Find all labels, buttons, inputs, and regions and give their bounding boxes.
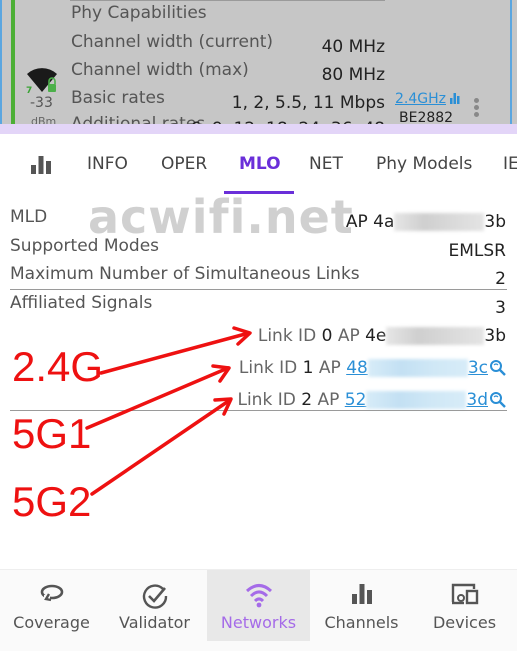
nav-validator[interactable]: Validator [103,570,206,641]
mld-value: AP 4a 3b [346,212,506,232]
redacted-mac [394,213,485,231]
tab-net[interactable]: NET [309,154,343,174]
cap-value: 80 MHz [321,65,385,85]
link-mac-suffix[interactable]: 3c [468,358,488,378]
tab-oper[interactable]: OPER [161,154,207,174]
link-mac-prefix[interactable]: 52 [345,390,367,410]
max-links-value: 2 [495,269,506,289]
coverage-icon [0,582,103,610]
card-border-right [510,0,512,126]
more-options-icon[interactable] [474,98,480,119]
link-row: Link ID 1 AP 48 3c [239,358,507,378]
divider [10,289,507,290]
redacted-mac [366,391,467,409]
link-id: 1 [302,358,314,378]
link-id: 2 [301,390,313,410]
wifi-signal-icon: 7 [26,68,57,94]
nav-channels[interactable]: Channels [310,570,413,641]
cap-value: 40 MHz [321,37,385,57]
link-mac-suffix[interactable]: 3d [466,390,488,410]
annotation-5g2: 5G2 [12,478,92,525]
tab-phy-models[interactable]: Phy Models [376,154,472,174]
channel-graph-icon[interactable] [450,93,460,104]
tab-ie[interactable]: IE [503,154,517,174]
nav-networks[interactable]: Networks [207,570,310,641]
link-id: 0 [321,326,333,346]
mld-suffix: 3b [484,212,506,232]
search-icon[interactable] [489,391,507,409]
phy-capabilities-heading: Phy Capabilities [71,3,207,23]
detail-tabs: INFO OPER MLO NET Phy Models IE [0,140,517,194]
search-icon[interactable] [489,359,507,377]
link-mac-suffix: 3b [484,326,506,346]
card-border-left [0,0,2,126]
devices-icon [413,582,516,610]
annotation-2-4g: 2.4G [12,343,104,390]
bottom-navigation: Coverage Validator Networks Channels Dev… [0,569,517,651]
link-row: Link ID 2 AP 52 3d [237,390,507,410]
cap-value: 1, 2, 5.5, 11 Mbps [231,93,385,113]
nav-devices[interactable]: Devices [413,570,516,641]
wifi-generation-badge: 7 [26,86,32,94]
supported-modes-value: EMLSR [448,241,506,261]
arrow-5g1 [85,364,231,430]
mld-label: MLD [10,207,48,227]
cap-label: Channel width (max) [71,60,249,80]
tab-mlo[interactable]: MLO [239,154,281,174]
rssi-value: -33 [30,95,53,111]
band-link[interactable]: 2.4GHz [395,91,446,107]
redacted-mac [367,359,468,377]
link-mac-prefix[interactable]: 48 [346,358,368,378]
signal-strength-bar [11,0,15,126]
mld-prefix: AP 4a [345,212,395,232]
check-circle-icon [103,582,206,610]
link-mac-prefix: 4e [365,326,387,346]
annotation-5g1: 5G1 [12,410,92,457]
bar-chart-icon [310,582,413,610]
cap-label: Channel width (current) [71,32,274,52]
card-separator [0,124,517,134]
affiliated-signals-label: Affiliated Signals [10,293,153,313]
supported-modes-label: Supported Modes [10,236,160,256]
network-card[interactable]: Phy Capabilities Channel width (current)… [0,0,517,126]
tab-info[interactable]: INFO [87,154,128,174]
link-row: Link ID 0 AP 4e 3b [257,326,506,346]
divider [70,0,385,1]
wifi-icon [207,582,310,610]
affiliated-signals-value: 3 [495,298,506,318]
redacted-mac [386,327,485,345]
arrow-2-4g [99,326,252,375]
cap-label: Basic rates [71,88,165,108]
nav-coverage[interactable]: Coverage [0,570,103,641]
max-links-label: Maximum Number of Simultaneous Links [10,264,360,284]
arrow-5g2 [90,397,233,496]
